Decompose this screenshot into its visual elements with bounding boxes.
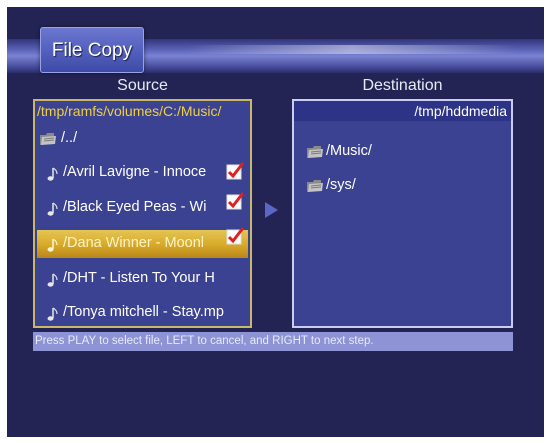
checkmark-icon[interactable] xyxy=(226,162,244,180)
destination-panel[interactable]: /tmp/hddmedia /Music/ /sys/ xyxy=(292,99,513,328)
status-bar: Press PLAY to select file, LEFT to cance… xyxy=(33,332,513,351)
source-path: /tmp/ramfs/volumes/C:/Music/ xyxy=(35,101,250,121)
title-band-highlight xyxy=(187,45,517,54)
source-item-label: /../ xyxy=(61,130,78,146)
checkmark-icon[interactable] xyxy=(226,192,244,210)
folder-icon xyxy=(307,180,323,192)
checkmark-icon[interactable] xyxy=(226,227,244,245)
destination-item-label: /sys/ xyxy=(326,177,356,193)
source-item-black-eyed-peas[interactable]: /Black Eyed Peas - Wi xyxy=(35,192,250,222)
destination-item-label: /Music/ xyxy=(326,143,372,159)
source-item-label: /Black Eyed Peas - Wi xyxy=(63,199,207,215)
source-item-tonya[interactable]: /Tonya mitchell - Stay.mp xyxy=(35,299,250,327)
music-note-icon xyxy=(47,202,58,216)
source-item-avril[interactable]: /Avril Lavigne - Innoce xyxy=(35,159,250,187)
source-item-label: /Avril Lavigne - Innoce xyxy=(63,164,207,180)
music-note-icon xyxy=(47,273,58,287)
title-tab: File Copy xyxy=(40,27,144,73)
destination-item-music[interactable]: /Music/ xyxy=(294,138,511,166)
destination-path: /tmp/hddmedia xyxy=(294,101,511,121)
music-note-icon xyxy=(47,167,58,181)
folder-icon xyxy=(40,133,56,145)
destination-item-sys[interactable]: /sys/ xyxy=(294,172,511,200)
file-copy-screen: File Copy Source Destination /tmp/ramfs/… xyxy=(7,7,544,437)
music-note-icon xyxy=(47,238,58,252)
source-item-label: /Dana Winner - Moonl xyxy=(63,235,205,251)
source-item-label: /Tonya mitchell - Stay.mp xyxy=(63,304,224,320)
source-item-label: /DHT - Listen To Your H xyxy=(63,270,215,286)
folder-icon xyxy=(307,146,323,158)
source-heading: Source xyxy=(117,77,168,94)
arrow-right-icon[interactable] xyxy=(263,201,279,219)
source-item-dana-winner[interactable]: /Dana Winner - Moonl xyxy=(37,227,248,258)
source-item-dht[interactable]: /DHT - Listen To Your H xyxy=(35,265,250,293)
source-panel[interactable]: /tmp/ramfs/volumes/C:/Music/ /../ /Avril… xyxy=(33,99,252,328)
source-item-parent[interactable]: /../ xyxy=(35,125,250,153)
music-note-icon xyxy=(47,307,58,321)
page-title: File Copy xyxy=(51,40,133,61)
destination-heading: Destination xyxy=(362,77,443,94)
